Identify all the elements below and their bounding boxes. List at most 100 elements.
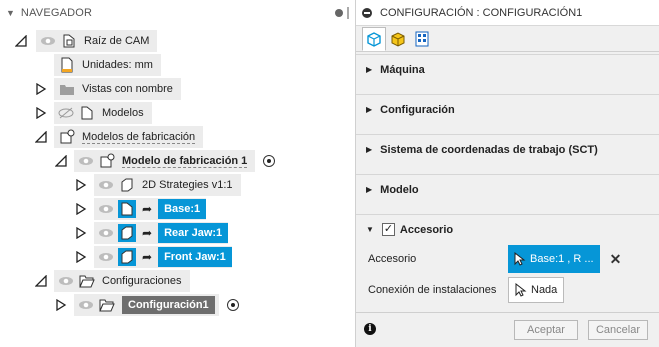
tree-node-manufacturing-model-1[interactable]: Modelo de fabricación 1 xyxy=(74,150,256,172)
eye-icon[interactable] xyxy=(40,35,56,47)
expand-section-icon[interactable]: ▶ xyxy=(366,145,372,154)
tree-label: 2D Strategies v1:1 xyxy=(142,179,233,191)
eye-hidden-icon[interactable] xyxy=(58,107,74,119)
fixture-checkbox[interactable]: ✓ xyxy=(381,223,395,236)
dialog-footer: i Aceptar Cancelar xyxy=(356,312,659,347)
section-fixture[interactable]: ▼ ✓ Accesorio xyxy=(356,214,659,244)
tree-row-setups[interactable]: Configuraciones xyxy=(34,270,190,292)
tree-label: Base:1 xyxy=(158,199,207,219)
fixture-label: Accesorio xyxy=(368,253,417,265)
cancel-button[interactable]: Cancelar xyxy=(588,320,648,340)
tree-node-2d-strategies[interactable]: 2D Strategies v1:1 xyxy=(94,174,241,196)
section-title: Máquina xyxy=(380,63,425,76)
activate-radio[interactable] xyxy=(226,299,239,311)
body-selected-icon xyxy=(118,224,136,242)
eye-icon[interactable] xyxy=(98,179,114,191)
link-arrow-icon: ➦ xyxy=(142,226,153,240)
expanded-triangle-icon[interactable] xyxy=(34,273,48,289)
collapsed-triangle-icon[interactable] xyxy=(74,201,88,217)
tree-row-models[interactable]: Modelos xyxy=(34,102,152,124)
eye-icon[interactable] xyxy=(98,251,114,263)
tab-stock[interactable] xyxy=(386,27,410,51)
cursor-arrow-icon xyxy=(515,283,527,297)
expand-section-icon[interactable]: ▶ xyxy=(366,105,372,114)
installation-selection-button[interactable]: Nada xyxy=(508,277,565,303)
tree-node-base[interactable]: ➦ Base:1 xyxy=(94,198,207,220)
info-icon[interactable]: i xyxy=(364,323,376,335)
tree-row-setup-1[interactable]: Configuración1 xyxy=(54,294,239,316)
section-title: Sistema de coordenadas de trabajo (SCT) xyxy=(380,143,598,156)
collapsed-triangle-icon[interactable] xyxy=(34,81,48,97)
navigator-title: NAVEGADOR xyxy=(20,7,93,19)
collapsed-triangle-icon[interactable] xyxy=(74,225,88,241)
tree-label: Modelos de fabricación xyxy=(82,130,196,144)
tree-row-units[interactable]: Unidades: mm xyxy=(54,54,161,76)
collapse-section-icon[interactable]: ▼ xyxy=(366,225,374,234)
section-title: Accesorio xyxy=(399,223,454,236)
tab-post-process[interactable] xyxy=(410,27,434,51)
collapse-dialog-icon[interactable] xyxy=(362,7,372,18)
collapsed-triangle-icon[interactable] xyxy=(74,249,88,265)
eye-icon[interactable] xyxy=(58,275,74,287)
collapsed-triangle-icon[interactable] xyxy=(74,177,88,193)
navigator-header[interactable]: ▼ NAVEGADOR xyxy=(0,0,353,26)
section-wcs[interactable]: ▶ Sistema de coordenadas de trabajo (SCT… xyxy=(356,134,659,164)
expanded-triangle-icon[interactable] xyxy=(54,153,68,169)
tree-row-named-views[interactable]: Vistas con nombre xyxy=(34,78,181,100)
tree-row-2d-strategies[interactable]: 2D Strategies v1:1 xyxy=(74,174,241,196)
document-icon xyxy=(58,56,76,74)
navigator-pin-icon[interactable] xyxy=(347,7,349,19)
tree-node-front-jaw[interactable]: ➦ Front Jaw:1 xyxy=(94,246,232,268)
tree-row-manufacturing-model-1[interactable]: Modelo de fabricación 1 xyxy=(54,150,276,172)
collapsed-triangle-icon[interactable] xyxy=(34,105,48,121)
expanded-triangle-icon[interactable] xyxy=(34,129,48,145)
activate-radio[interactable] xyxy=(263,155,276,167)
expanded-triangle-icon[interactable] xyxy=(14,33,28,49)
expand-section-icon[interactable]: ▶ xyxy=(366,185,372,194)
expand-section-icon[interactable]: ▶ xyxy=(366,65,372,74)
section-model[interactable]: ▶ Modelo xyxy=(356,174,659,204)
tree-row-base[interactable]: ➦ Base:1 xyxy=(74,198,207,220)
section-machine[interactable]: ▶ Máquina xyxy=(356,54,659,84)
tree-row-manufacturing-models[interactable]: Modelos de fabricación xyxy=(34,126,204,148)
section-title: Configuración xyxy=(380,103,455,116)
post-process-icon xyxy=(415,31,429,47)
installation-label: Conexión de instalaciones xyxy=(368,284,497,296)
tree-row-cam-root[interactable]: Raíz de CAM xyxy=(14,30,158,52)
tree-node-units[interactable]: Unidades: mm xyxy=(54,54,161,76)
fixture-selection-button[interactable]: Base:1 , R ... xyxy=(508,245,600,273)
tree-label: Modelo de fabricación 1 xyxy=(122,154,248,168)
tree-node-setups[interactable]: Configuraciones xyxy=(54,270,190,292)
collapse-navigator-icon[interactable]: ▼ xyxy=(6,8,15,18)
eye-icon[interactable] xyxy=(78,299,94,311)
ok-button[interactable]: Aceptar xyxy=(514,320,578,340)
tree-node-models[interactable]: Modelos xyxy=(54,102,152,124)
body-selected-icon xyxy=(118,248,136,266)
tree-label: Front Jaw:1 xyxy=(158,247,232,267)
link-arrow-icon: ➦ xyxy=(142,250,153,264)
eye-icon[interactable] xyxy=(98,203,114,215)
tree-node-cam-root[interactable]: Raíz de CAM xyxy=(36,30,158,52)
navigator-options-icon[interactable] xyxy=(335,9,343,17)
collapsed-triangle-icon[interactable] xyxy=(54,297,68,313)
section-setup[interactable]: ▶ Configuración xyxy=(356,94,659,124)
tree-label: Vistas con nombre xyxy=(82,83,173,95)
tree-node-setup-1[interactable]: Configuración1 xyxy=(74,294,219,316)
tree-node-named-views[interactable]: Vistas con nombre xyxy=(54,78,181,100)
tree-row-front-jaw[interactable]: ➦ Front Jaw:1 xyxy=(74,246,232,268)
fixture-field-row: Accesorio Base:1 , R ... ✕ xyxy=(356,244,659,274)
clear-selection-icon[interactable]: ✕ xyxy=(610,251,622,268)
dialog-header[interactable]: CONFIGURACIÓN : CONFIGURACIÓN1 xyxy=(356,0,659,26)
manufacturing-model-icon xyxy=(58,128,76,146)
setup-cube-icon xyxy=(367,32,381,47)
tree-node-rear-jaw[interactable]: ➦ Rear Jaw:1 xyxy=(94,222,229,244)
tree-node-manufacturing-models[interactable]: Modelos de fabricación xyxy=(54,126,204,148)
manufacturing-model-icon xyxy=(98,152,116,170)
eye-icon[interactable] xyxy=(98,227,114,239)
tab-setup[interactable] xyxy=(362,27,386,51)
fixture-selection-value: Base:1 , R ... xyxy=(530,253,594,265)
eye-icon[interactable] xyxy=(78,155,94,167)
component-selected-icon xyxy=(118,200,136,218)
tree-row-rear-jaw[interactable]: ➦ Rear Jaw:1 xyxy=(74,222,229,244)
browser-navigator: ▼ NAVEGADOR Raíz de CAM Unidades: mm Vis… xyxy=(0,0,353,347)
